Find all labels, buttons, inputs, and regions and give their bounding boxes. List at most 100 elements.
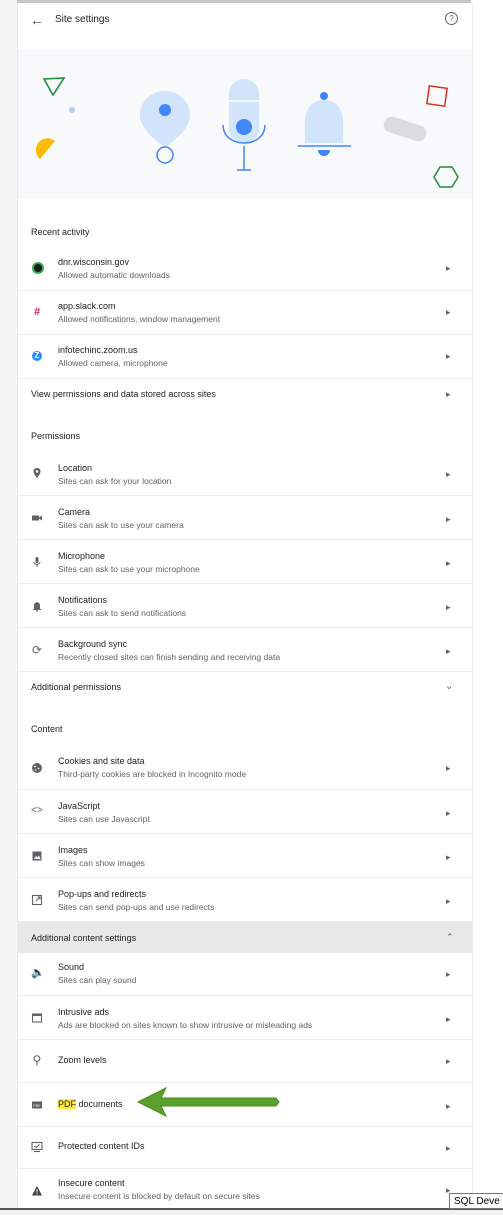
content-insecure[interactable]: Insecure content Insecure content is blo…: [18, 1168, 472, 1208]
chevron-right-icon: ▸: [446, 602, 451, 612]
permission-notifications[interactable]: Notifications Sites can ask to send noti…: [18, 583, 472, 627]
content-label: Intrusive ads: [58, 1007, 110, 1017]
content-popups[interactable]: Pop-ups and redirects Sites can send pop…: [18, 877, 472, 921]
permission-background-sync[interactable]: ⟳ Background sync Recently closed sites …: [18, 627, 472, 671]
content-intrusive-ads[interactable]: Intrusive ads Ads are blocked on sites k…: [18, 995, 472, 1039]
zoom-levels-label: Zoom levels: [58, 1055, 107, 1065]
pdf-documents-label: PDF documents: [58, 1099, 123, 1109]
chevron-right-icon: ▸: [446, 351, 451, 361]
additional-permissions-label: Additional permissions: [31, 682, 122, 692]
speaker-icon: 🔈: [31, 967, 45, 979]
view-permissions-label: View permissions and data stored across …: [31, 389, 216, 399]
recent-item-dnr[interactable]: dnr.wisconsin.gov Allowed automatic down…: [18, 247, 472, 290]
chevron-down-icon: ⌄: [445, 681, 454, 692]
recent-item-zoom[interactable]: Z infotechinc.zoom.us Allowed camera, mi…: [18, 334, 472, 378]
cookie-icon: [32, 763, 42, 773]
content-desc: Ads are blocked on sites known to show i…: [58, 1020, 313, 1030]
location-pin-icon: [33, 468, 41, 478]
pdf-highlight: PDF: [58, 1099, 76, 1109]
content-title: Content: [31, 724, 63, 734]
help-icon[interactable]: ?: [445, 12, 458, 25]
permission-desc: Sites can ask to send notifications: [58, 608, 187, 618]
additional-permissions-toggle[interactable]: Additional permissions ⌄: [18, 671, 472, 703]
site-desc: Allowed automatic downloads: [58, 270, 170, 280]
dnr-favicon-icon: [32, 262, 44, 274]
chevron-right-icon: ▸: [446, 389, 451, 399]
content-javascript[interactable]: <> JavaScript Sites can use Javascript ▸: [18, 789, 472, 833]
chevron-right-icon: ▸: [446, 646, 451, 656]
image-icon: [32, 851, 42, 861]
content-label: JavaScript: [58, 801, 101, 811]
permission-microphone[interactable]: Microphone Sites can ask to use your mic…: [18, 539, 472, 583]
content-cookies[interactable]: Cookies and site data Third-party cookie…: [18, 745, 472, 789]
content-desc: Insecure content is blocked by default o…: [58, 1191, 260, 1201]
pdf-icon: PDF: [32, 1101, 42, 1109]
chevron-right-icon: ▸: [446, 469, 451, 479]
content-protected-ids[interactable]: Protected content IDs ▸: [18, 1126, 472, 1168]
chevron-up-icon: ⌃: [446, 932, 454, 942]
bell-icon: [33, 602, 41, 612]
chevron-right-icon: ▸: [446, 307, 451, 317]
annotation-arrow: [136, 1086, 282, 1124]
view-permissions-link[interactable]: View permissions and data stored across …: [18, 378, 472, 410]
microphone-icon: [33, 557, 41, 567]
content-label: Pop-ups and redirects: [58, 889, 147, 899]
content-desc: Sites can send pop-ups and use redirects: [58, 902, 215, 912]
content-sound[interactable]: 🔈 Sound Sites can play sound ▸: [18, 953, 472, 995]
site-name: app.slack.com: [58, 301, 116, 311]
page-title: Site settings: [55, 14, 110, 25]
recent-activity-title: Recent activity: [31, 227, 90, 237]
permissions-title: Permissions: [31, 431, 81, 441]
ads-icon: [31, 1013, 43, 1023]
chevron-right-icon: ▸: [446, 263, 451, 273]
hexagon-shape: [433, 166, 459, 188]
illustration-svg: [35, 77, 459, 188]
pill-shape: [383, 116, 427, 142]
code-icon: <>: [31, 805, 43, 816]
site-name: infotechinc.zoom.us: [58, 345, 138, 355]
window-bottom-border: [0, 1208, 503, 1215]
content-label: Cookies and site data: [58, 756, 145, 766]
site-desc: Allowed camera, microphone: [58, 358, 168, 368]
content-desc: Sites can use Javascript: [58, 814, 150, 824]
protected-content-icon: [31, 1141, 43, 1153]
permission-location[interactable]: Location Sites can ask for your location…: [18, 451, 472, 495]
popup-icon: [31, 894, 43, 906]
sync-icon: ⟳: [31, 643, 43, 657]
additional-content-settings-toggle[interactable]: Additional content settings ⌃: [18, 921, 472, 953]
slack-favicon-icon: #: [33, 306, 41, 318]
content-desc: Third-party cookies are blocked in Incog…: [58, 769, 247, 779]
permission-label: Camera: [58, 507, 91, 517]
chevron-right-icon: ▸: [446, 808, 451, 818]
taskbar-tooltip: SQL Deve: [449, 1193, 503, 1209]
pdf-label-rest: documents: [76, 1099, 123, 1109]
chevron-right-icon: ▸: [446, 1056, 451, 1066]
back-arrow-icon[interactable]: ←: [30, 12, 44, 28]
square-shape: [425, 84, 449, 108]
magnifier-icon: ⚲: [32, 1053, 42, 1067]
svg-text:PDF: PDF: [33, 1104, 41, 1108]
content-images[interactable]: Images Sites can show images ▸: [18, 833, 472, 877]
chevron-right-icon: ▸: [446, 1101, 451, 1111]
protected-ids-label: Protected content IDs: [58, 1141, 145, 1151]
chevron-right-icon: ▸: [446, 763, 451, 773]
permission-label: Microphone: [58, 551, 106, 561]
chevron-right-icon: ▸: [446, 558, 451, 568]
site-name: dnr.wisconsin.gov: [58, 257, 130, 267]
permission-desc: Recently closed sites can finish sending…: [58, 652, 281, 662]
additional-content-label: Additional content settings: [31, 933, 137, 943]
triangle-shape: [42, 77, 66, 97]
settings-panel: ← Site settings ? Recent activity dnr.wi…: [17, 3, 473, 1208]
half-circle-shape: [35, 138, 55, 159]
content-zoom-levels[interactable]: ⚲ Zoom levels ▸: [18, 1039, 472, 1082]
camera-icon: [32, 515, 42, 521]
chevron-right-icon: ▸: [446, 1143, 451, 1153]
content-label: Sound: [58, 962, 85, 972]
content-desc: Sites can show images: [58, 858, 145, 868]
bell-shape: [305, 100, 343, 143]
recent-item-slack[interactable]: # app.slack.com Allowed notifications, w…: [18, 290, 472, 334]
permission-camera[interactable]: Camera Sites can ask to use your camera …: [18, 495, 472, 539]
permission-desc: Sites can ask to use your microphone: [58, 564, 200, 574]
content-desc: Sites can play sound: [58, 975, 137, 985]
chevron-right-icon: ▸: [446, 969, 451, 979]
